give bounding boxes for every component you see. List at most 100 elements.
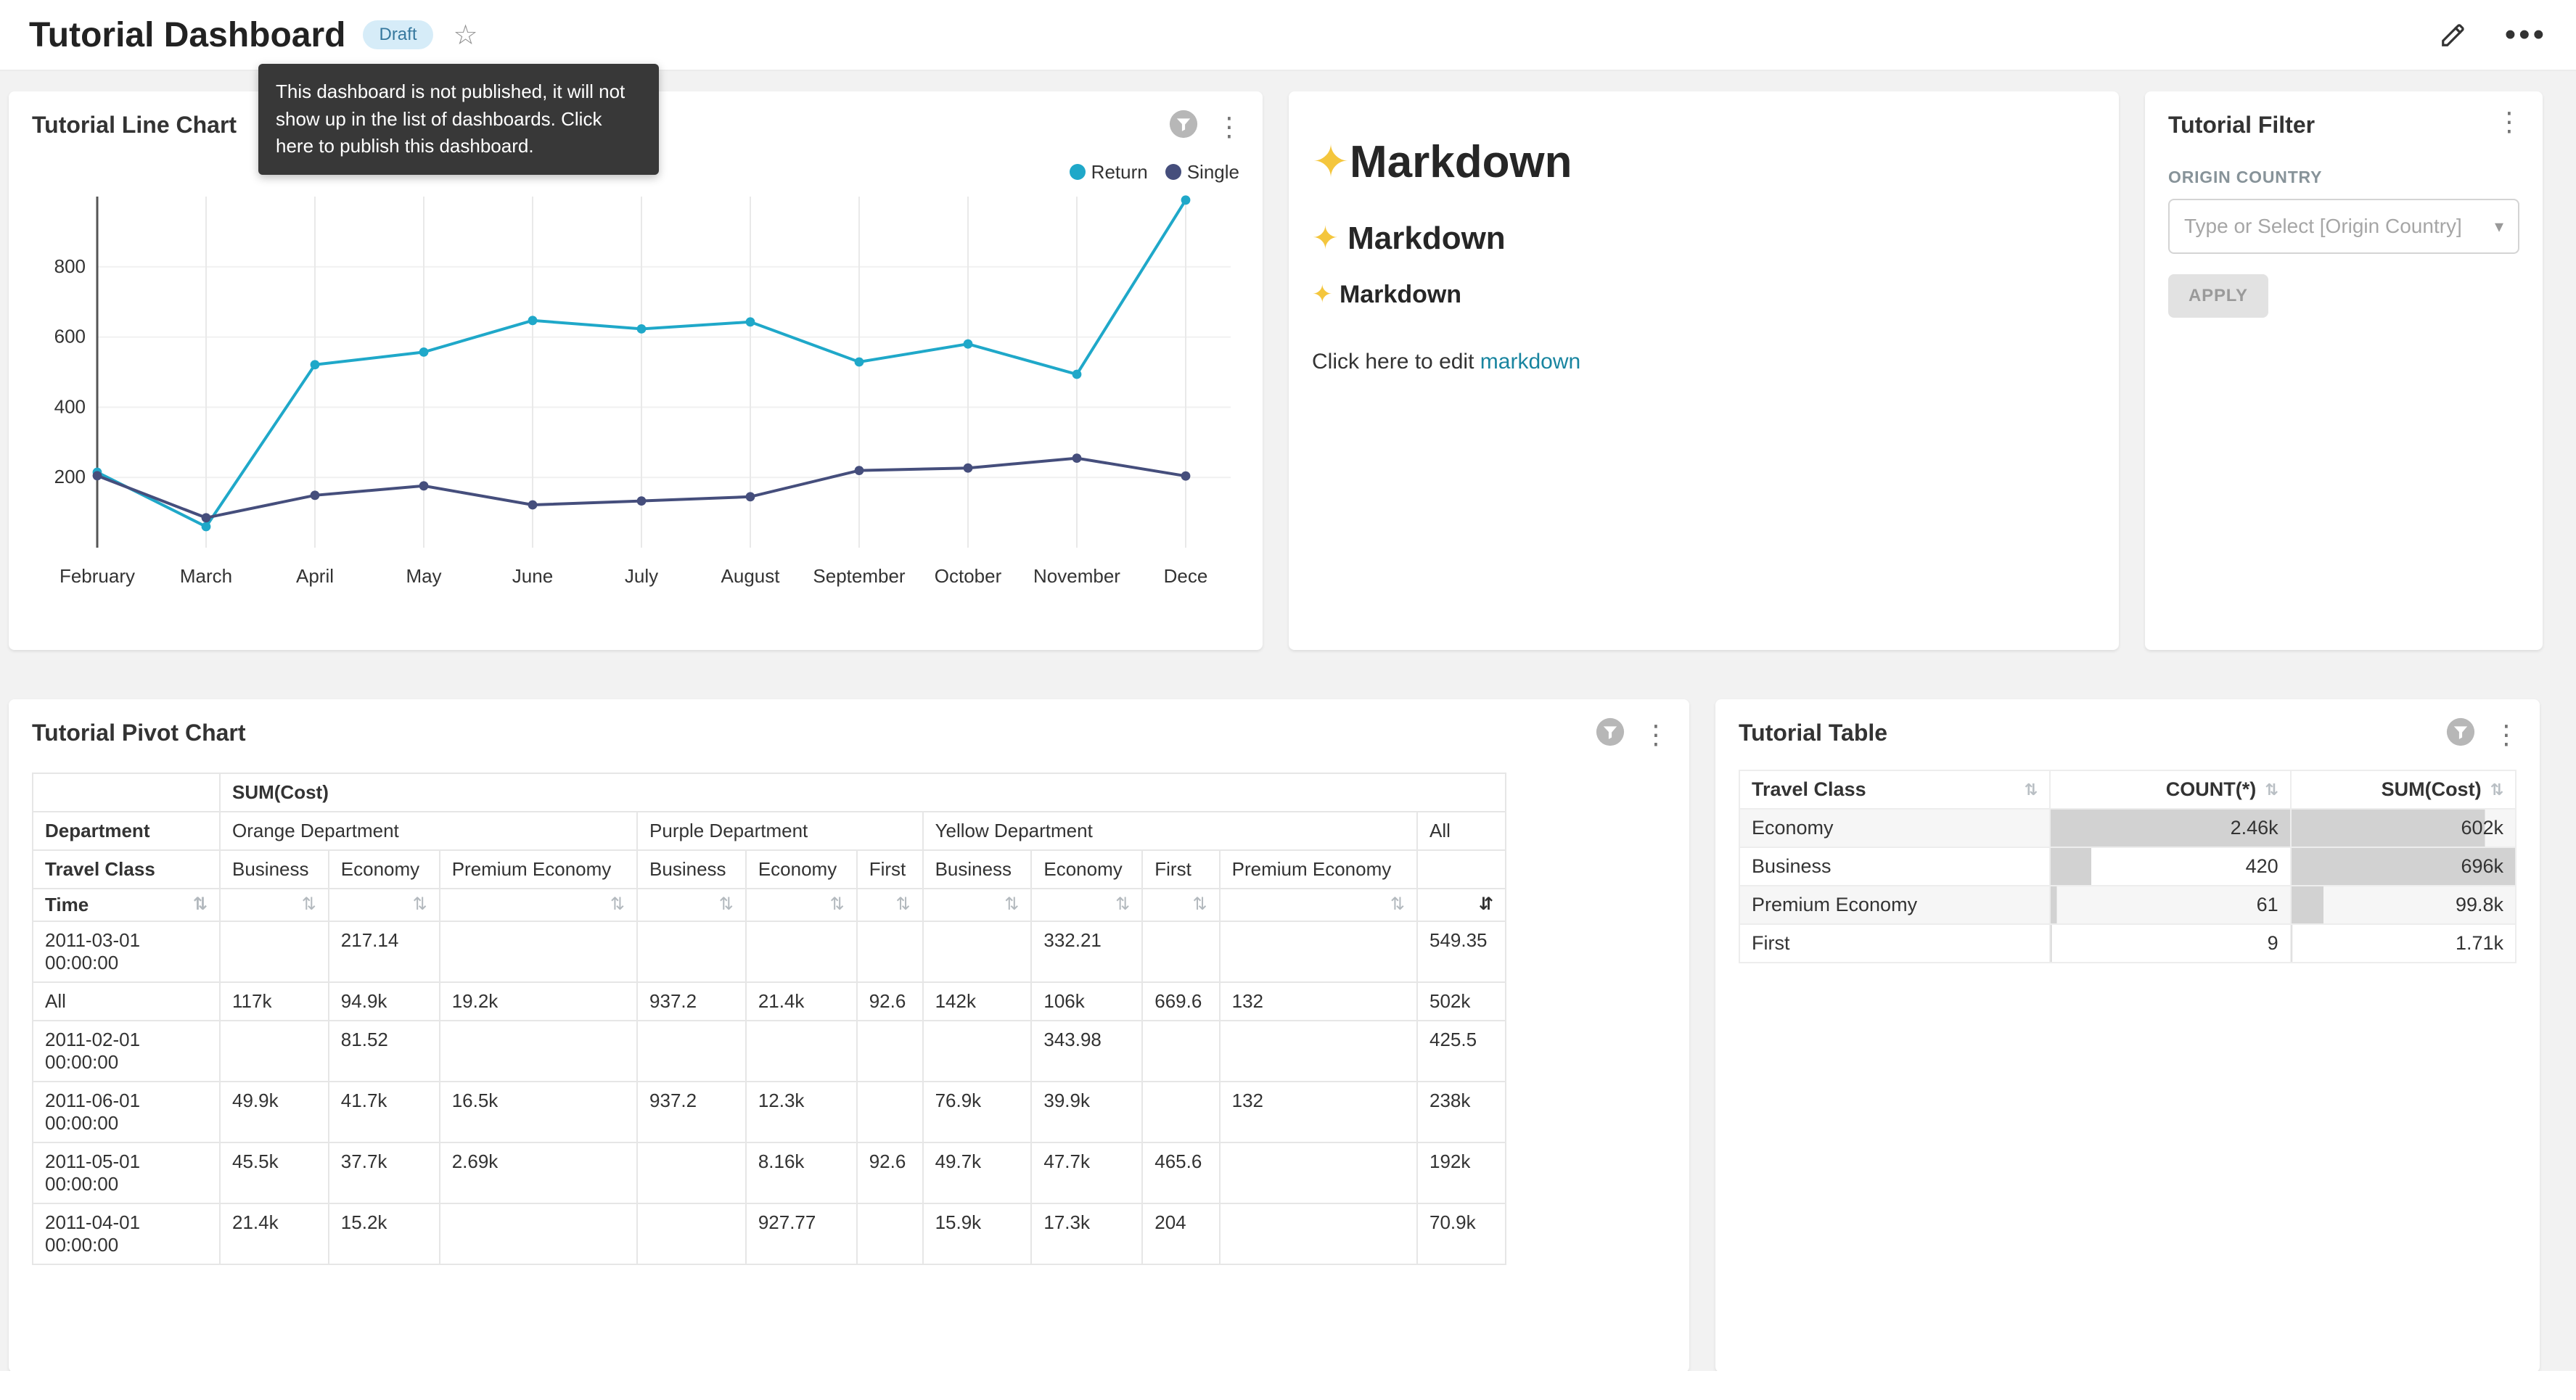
pivot-cell: 937.2 xyxy=(637,982,746,1021)
table-cell-count: 420 xyxy=(2050,847,2291,886)
edit-pencil-icon[interactable] xyxy=(2440,21,2467,49)
sort-icon[interactable]: ⇅ xyxy=(193,894,208,915)
data-point[interactable] xyxy=(1181,195,1191,205)
favorite-star-icon[interactable]: ☆ xyxy=(454,19,478,52)
more-menu-icon[interactable]: ••• xyxy=(2505,28,2547,42)
card-markdown: ✦Markdown✦ Markdown✦ Markdown Click here… xyxy=(1289,91,2119,650)
data-point[interactable] xyxy=(528,501,538,510)
table-row[interactable]: Business420696k xyxy=(1739,847,2516,886)
data-point[interactable] xyxy=(202,522,211,532)
data-point[interactable] xyxy=(1072,453,1082,463)
data-point[interactable] xyxy=(528,316,538,325)
pivot-cell xyxy=(857,1203,923,1264)
x-tick-label: August xyxy=(721,565,781,587)
pivot-row: 2011-02-01 00:00:0081.52343.98425.5 xyxy=(33,1021,1506,1082)
data-point[interactable] xyxy=(1072,370,1082,379)
markdown-edit-link[interactable]: markdown xyxy=(1480,350,1580,374)
y-tick-label: 600 xyxy=(54,326,86,347)
data-point[interactable] xyxy=(419,481,429,490)
data-point[interactable] xyxy=(746,317,755,326)
legend-item-single[interactable]: Single xyxy=(1165,159,1239,185)
column-header-travel-class[interactable]: Travel Class⇅ xyxy=(1739,770,2050,809)
pivot-cell: 45.5k xyxy=(220,1142,329,1203)
origin-country-select[interactable]: Type or Select [Origin Country] ▾ xyxy=(2168,199,2519,254)
pivot-row-label: 2011-05-01 00:00:00 xyxy=(33,1142,220,1203)
sort-icon[interactable]: ⇅ xyxy=(413,894,427,915)
filter-card-title: Tutorial Filter xyxy=(2168,112,2519,139)
pivot-subcol-header: First xyxy=(1142,850,1219,889)
pivot-subcol-header: Business xyxy=(637,850,746,889)
pivot-cell xyxy=(637,1203,746,1264)
markdown-heading-text: Markdown xyxy=(1340,281,1461,308)
sort-icon[interactable]: ⇅ xyxy=(1193,894,1207,915)
pivot-cell: 204 xyxy=(1142,1203,1219,1264)
pivot-cell xyxy=(857,921,923,982)
data-point[interactable] xyxy=(1181,472,1191,481)
pivot-cell xyxy=(440,1021,637,1082)
column-header-count[interactable]: COUNT(*)⇅ xyxy=(2050,770,2291,809)
sort-caret-icon[interactable]: ⇅ xyxy=(2265,781,2278,799)
table-cell-sum: 696k xyxy=(2291,847,2516,886)
x-tick-label: September xyxy=(813,565,906,587)
x-tick-label: Dece xyxy=(1164,565,1208,587)
draft-badge[interactable]: Draft xyxy=(363,20,432,49)
pivot-sort-cell: ⇅ xyxy=(220,889,329,921)
data-point[interactable] xyxy=(311,360,320,369)
filter-indicator-icon[interactable] xyxy=(1168,109,1199,145)
sort-icon[interactable]: ⇅ xyxy=(719,894,734,915)
sort-icon[interactable]: ⇅ xyxy=(610,894,625,915)
sort-icon[interactable]: ⇅ xyxy=(302,894,316,915)
pivot-cell xyxy=(1142,921,1219,982)
kebab-menu-icon[interactable]: ⋮ xyxy=(2490,722,2522,748)
data-point[interactable] xyxy=(311,490,320,500)
apply-button[interactable]: APPLY xyxy=(2168,274,2268,318)
sort-icon[interactable]: ⇅ xyxy=(830,894,845,915)
data-point[interactable] xyxy=(964,464,973,473)
table-row[interactable]: Economy2.46k602k xyxy=(1739,809,2516,847)
sort-icon[interactable]: ⇅ xyxy=(1390,894,1405,915)
table-cell-count: 61 xyxy=(2050,886,2291,924)
filter-indicator-icon[interactable] xyxy=(2445,717,2476,753)
sort-caret-icon[interactable]: ⇅ xyxy=(2025,781,2038,799)
sort-icon[interactable]: ⇅ xyxy=(1004,894,1019,915)
sort-caret-icon[interactable]: ⇅ xyxy=(2490,781,2503,799)
data-point[interactable] xyxy=(637,324,647,334)
pivot-cell xyxy=(637,1142,746,1203)
legend-item-return[interactable]: Return xyxy=(1070,159,1148,185)
data-point[interactable] xyxy=(964,339,973,349)
table-card-title: Tutorial Table xyxy=(1739,720,2516,746)
sort-icon[interactable]: ⇅ xyxy=(895,894,910,915)
pivot-sort-cell: ⇅ xyxy=(923,889,1032,921)
card-tutorial-line-chart: Tutorial Line Chart ⋮ ReturnSingle Febru… xyxy=(9,91,1263,650)
pivot-cell xyxy=(746,1021,857,1082)
sort-icon[interactable]: ⇅ xyxy=(1115,894,1130,915)
table-row[interactable]: Premium Economy6199.8k xyxy=(1739,886,2516,924)
kebab-menu-icon[interactable]: ⋮ xyxy=(2493,109,2525,135)
data-point[interactable] xyxy=(746,492,755,501)
filter-indicator-icon[interactable] xyxy=(1595,717,1625,753)
sort-icon[interactable]: ⇵ xyxy=(1479,894,1493,915)
kebab-menu-icon[interactable]: ⋮ xyxy=(1213,114,1245,140)
data-point[interactable] xyxy=(419,347,429,357)
bottom-strip xyxy=(0,1371,2576,1400)
column-header-sum-cost[interactable]: SUM(Cost)⇅ xyxy=(2291,770,2516,809)
kebab-menu-icon[interactable]: ⋮ xyxy=(1640,722,1672,748)
table-row[interactable]: First91.71k xyxy=(1739,924,2516,963)
dashboard-page: Tutorial Dashboard Draft ☆ ••• This dash… xyxy=(0,0,2576,1400)
data-point[interactable] xyxy=(637,496,647,506)
pivot-row-label: 2011-06-01 00:00:00 xyxy=(33,1082,220,1142)
pivot-subcol-header: Business xyxy=(923,850,1032,889)
pivot-card-title: Tutorial Pivot Chart xyxy=(32,720,1666,746)
table-cell-sum: 602k xyxy=(2291,809,2516,847)
data-point[interactable] xyxy=(202,513,211,522)
pivot-cell: 927.77 xyxy=(746,1203,857,1264)
data-point[interactable] xyxy=(855,358,864,367)
pivot-row: 2011-05-01 00:00:0045.5k37.7k2.69k8.16k9… xyxy=(33,1142,1506,1203)
pivot-cell: 41.7k xyxy=(329,1082,440,1142)
pivot-subcol-header xyxy=(1417,850,1506,889)
pivot-cell: 15.2k xyxy=(329,1203,440,1264)
data-point[interactable] xyxy=(93,471,102,480)
pivot-sort-cell: ⇵ xyxy=(1417,889,1506,921)
data-point[interactable] xyxy=(855,466,864,475)
table-cell-travel-class: Premium Economy xyxy=(1739,886,2050,924)
